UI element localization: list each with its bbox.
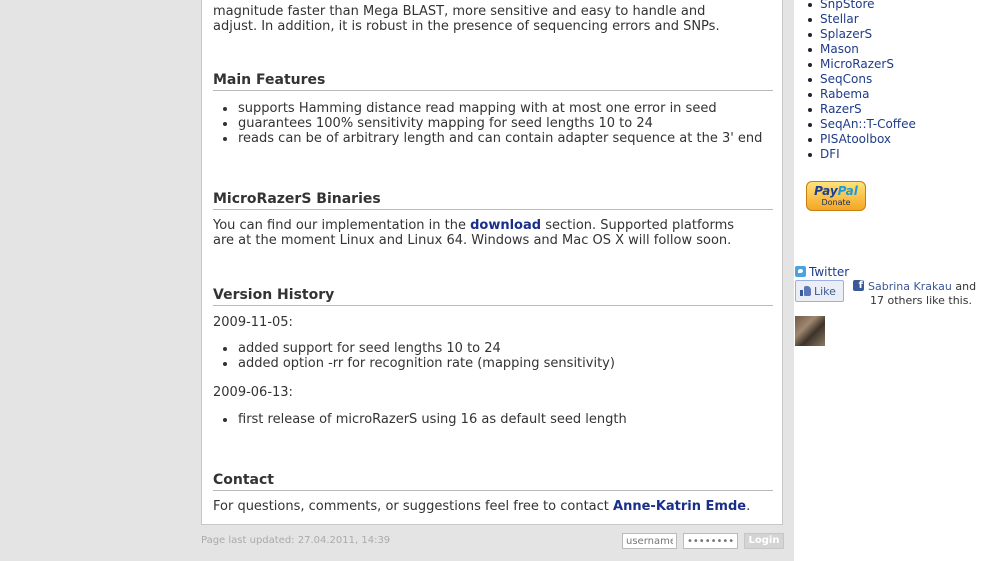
main-features-list: supports Hamming distance read mapping w… xyxy=(213,101,762,146)
list-item: supports Hamming distance read mapping w… xyxy=(213,101,762,116)
facebook-and-text: and xyxy=(951,280,977,293)
twitter-link[interactable]: Twitter xyxy=(809,265,849,279)
contact-text: For questions, comments, or suggestions … xyxy=(213,499,750,514)
sidebar-item-seqan-tcoffee: SeqAn::T-Coffee xyxy=(804,117,916,132)
contact-heading: Contact xyxy=(213,472,773,491)
project-link[interactable]: SplazerS xyxy=(820,27,872,41)
paypal-donate-button[interactable]: PayPal Donate xyxy=(806,181,866,211)
twitter-follow: Twitter xyxy=(795,265,849,279)
sidebar-item-microrazers: MicroRazerS xyxy=(804,57,916,72)
password-field[interactable] xyxy=(683,533,738,549)
paypal-logo-pay: Pay xyxy=(814,184,838,198)
version-history-heading: Version History xyxy=(213,287,773,306)
version-changes-list: added support for seed lengths 10 to 24 … xyxy=(213,341,615,371)
last-updated-text: Page last updated: 27.04.2011, 14:39 xyxy=(201,535,391,546)
twitter-icon xyxy=(795,266,806,277)
list-item: first release of microRazerS using 16 as… xyxy=(213,412,627,427)
sidebar-item-seqcons: SeqCons xyxy=(804,72,916,87)
contact-sentence: For questions, comments, or suggestions … xyxy=(213,499,614,514)
project-link[interactable]: MicroRazerS xyxy=(820,57,894,71)
sidebar-item-snpstore: SnpStore xyxy=(804,0,916,12)
facebook-like-button[interactable]: Like xyxy=(795,280,844,302)
project-link[interactable]: Stellar xyxy=(820,12,859,26)
binaries-line-1: You can find our implementation in the d… xyxy=(213,218,734,233)
thumbs-up-icon xyxy=(800,286,811,296)
list-item: reads can be of arbitrary length and can… xyxy=(213,131,762,146)
list-item: added option -rr for recognition rate (m… xyxy=(213,356,615,371)
facebook-friend-link[interactable]: Sabrina Krakau xyxy=(868,280,952,293)
paypal-logo-pal: Pal xyxy=(837,184,858,198)
binaries-text-after: section. Supported platforms xyxy=(541,218,735,233)
project-link[interactable]: RazerS xyxy=(820,102,862,116)
intro-line-2: adjust. In addition, it is robust in the… xyxy=(213,19,720,34)
avatar[interactable] xyxy=(795,316,825,346)
version-date: 2009-11-05: xyxy=(213,315,293,330)
project-list: SnpStore Stellar SplazerS Mason MicroRaz… xyxy=(804,0,916,162)
project-link[interactable]: SeqAn::T-Coffee xyxy=(820,117,916,131)
facebook-others-text: 17 others like this. xyxy=(870,294,972,307)
project-link[interactable]: Rabema xyxy=(820,87,869,101)
project-link[interactable]: Mason xyxy=(820,42,859,56)
sidebar-item-razers: RazerS xyxy=(804,102,916,117)
sidebar-item-mason: Mason xyxy=(804,42,916,57)
binaries-heading: MicroRazerS Binaries xyxy=(213,191,773,210)
sidebar-item-splazers: SplazerS xyxy=(804,27,916,42)
login-button[interactable]: Login xyxy=(744,533,784,549)
sidebar-item-dfi: DFI xyxy=(804,147,916,162)
paypal-logo: PayPal xyxy=(807,184,865,198)
list-item: added support for seed lengths 10 to 24 xyxy=(213,341,615,356)
download-link[interactable]: download xyxy=(470,218,541,233)
sidebar: SnpStore Stellar SplazerS Mason MicroRaz… xyxy=(794,0,1008,561)
main-features-heading: Main Features xyxy=(213,72,773,91)
version-date: 2009-06-13: xyxy=(213,385,293,400)
like-label: Like xyxy=(814,284,836,298)
project-link[interactable]: PISAtoolbox xyxy=(820,132,891,146)
contact-link[interactable]: Anne-Katrin Emde xyxy=(613,499,746,514)
main-content: magnitude faster than Mega BLAST, more s… xyxy=(201,0,783,525)
sidebar-item-stellar: Stellar xyxy=(804,12,916,27)
username-field[interactable] xyxy=(622,533,677,549)
binaries-text: You can find our implementation in the xyxy=(213,218,471,233)
contact-end: . xyxy=(746,499,751,514)
project-link[interactable]: SeqCons xyxy=(820,72,872,86)
list-item: guarantees 100% sensitivity mapping for … xyxy=(213,116,762,131)
version-changes-list: first release of microRazerS using 16 as… xyxy=(213,412,627,427)
sidebar-item-rabema: Rabema xyxy=(804,87,916,102)
project-link[interactable]: SnpStore xyxy=(820,0,875,11)
facebook-social-text: Sabrina Krakau and xyxy=(853,279,977,294)
project-link[interactable]: DFI xyxy=(820,147,840,161)
facebook-icon xyxy=(853,279,864,293)
page: magnitude faster than Mega BLAST, more s… xyxy=(0,0,1008,561)
intro-line-1: magnitude faster than Mega BLAST, more s… xyxy=(213,4,706,19)
sidebar-item-pisatoolbox: PISAtoolbox xyxy=(804,132,916,147)
donate-label: Donate xyxy=(821,198,851,207)
binaries-line-2: are at the moment Linux and Linux 64. Wi… xyxy=(213,233,732,248)
